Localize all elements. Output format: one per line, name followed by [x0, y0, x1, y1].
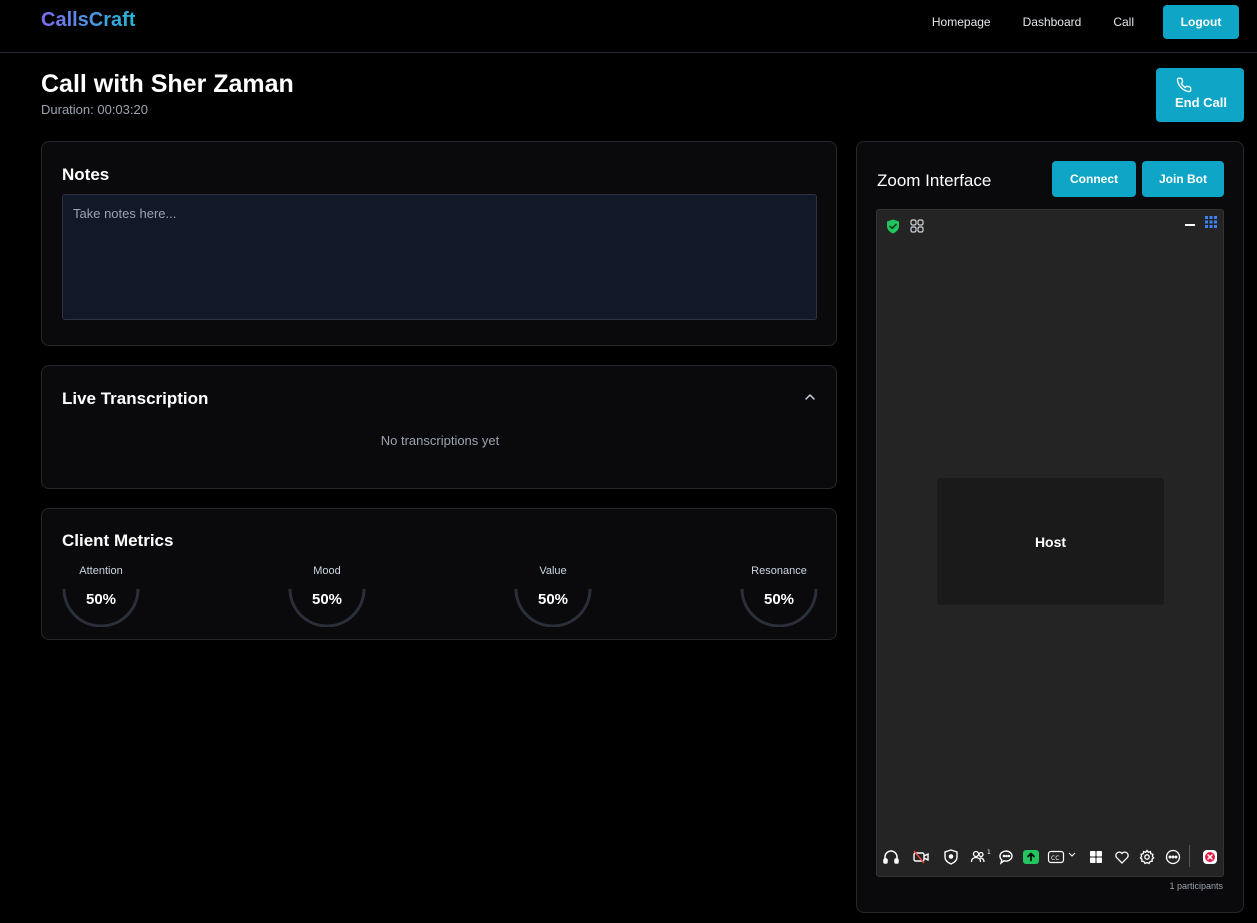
- share-screen-icon[interactable]: [1022, 848, 1040, 866]
- apps-grid-icon[interactable]: [1205, 216, 1217, 228]
- end-call-button[interactable]: End Call: [1156, 68, 1244, 122]
- security-icon[interactable]: [942, 848, 960, 866]
- zoom-meeting-frame: Host 1 CC: [876, 209, 1224, 877]
- caret-down-icon[interactable]: [1068, 848, 1076, 866]
- transcription-title: Live Transcription: [62, 389, 209, 408]
- svg-text:CC: CC: [1051, 855, 1059, 862]
- gallery-icon[interactable]: [1087, 848, 1105, 866]
- metrics-title: Client Metrics: [62, 531, 174, 550]
- metric-label: Attention: [79, 565, 123, 577]
- metric-attention: Attention 50%: [41, 565, 161, 627]
- notes-card: Notes: [41, 141, 837, 346]
- participant-count-badge: 1: [987, 849, 991, 856]
- host-video-tile[interactable]: Host: [937, 478, 1164, 605]
- shield-check-icon[interactable]: [886, 219, 900, 234]
- zoom-title: Zoom Interface: [877, 171, 992, 190]
- zoom-toolbar: 1 CC: [877, 845, 1225, 868]
- video-off-icon[interactable]: [912, 848, 930, 866]
- client-metrics-card: Client Metrics Attention 50% Mood 50% Va…: [41, 508, 837, 640]
- participants-count: 1 participants: [1169, 881, 1223, 891]
- connect-button[interactable]: Connect: [1052, 161, 1136, 197]
- notes-textarea[interactable]: [62, 194, 817, 320]
- metric-value: 50%: [85, 591, 117, 608]
- toolbar-divider: [1189, 845, 1190, 867]
- notes-title: Notes: [62, 165, 110, 184]
- nav-call-link[interactable]: Call: [1113, 15, 1134, 29]
- zoom-top-right-controls: [1185, 216, 1217, 228]
- metric-label: Resonance: [751, 565, 807, 577]
- nav-dashboard-link[interactable]: Dashboard: [1023, 15, 1082, 29]
- chat-icon[interactable]: [997, 848, 1015, 866]
- captions-icon[interactable]: CC: [1047, 848, 1065, 866]
- logout-button[interactable]: Logout: [1163, 5, 1239, 39]
- join-bot-button[interactable]: Join Bot: [1142, 161, 1224, 197]
- headphones-icon[interactable]: [882, 848, 900, 866]
- transcription-card: Live Transcription No transcriptions yet: [41, 365, 837, 489]
- reactions-icon[interactable]: [1113, 848, 1131, 866]
- participants-icon[interactable]: 1: [970, 848, 992, 866]
- view-grid-icon[interactable]: [910, 219, 924, 233]
- nav-links: Homepage Dashboard Call Logout: [932, 5, 1239, 39]
- more-icon[interactable]: [1164, 848, 1182, 866]
- leave-icon[interactable]: [1201, 848, 1219, 866]
- phone-icon: [1176, 77, 1192, 93]
- metric-resonance: Resonance 50%: [719, 565, 839, 627]
- metric-value-metric: Value 50%: [493, 565, 613, 627]
- metric-mood: Mood 50%: [267, 565, 387, 627]
- top-navbar: CallsCraft Homepage Dashboard Call Logou…: [0, 0, 1257, 53]
- call-duration: Duration: 00:03:20: [41, 102, 148, 117]
- metric-label: Value: [539, 565, 567, 577]
- brand-logo[interactable]: CallsCraft: [41, 9, 135, 32]
- chevron-up-icon[interactable]: [804, 392, 816, 402]
- metric-label: Mood: [313, 565, 341, 577]
- metric-value: 50%: [763, 591, 795, 608]
- nav-homepage-link[interactable]: Homepage: [932, 15, 991, 29]
- metric-value: 50%: [311, 591, 343, 608]
- settings-icon[interactable]: [1138, 848, 1156, 866]
- end-call-label: End Call: [1175, 95, 1228, 110]
- metric-value: 50%: [537, 591, 569, 608]
- page-title: Call with Sher Zaman: [41, 70, 294, 98]
- transcription-empty-state: No transcriptions yet: [380, 433, 500, 448]
- zoom-card: Zoom Interface Connect Join Bot Host 1 C…: [856, 141, 1244, 913]
- minimize-icon[interactable]: [1185, 217, 1195, 227]
- zoom-top-left-controls: [886, 219, 924, 234]
